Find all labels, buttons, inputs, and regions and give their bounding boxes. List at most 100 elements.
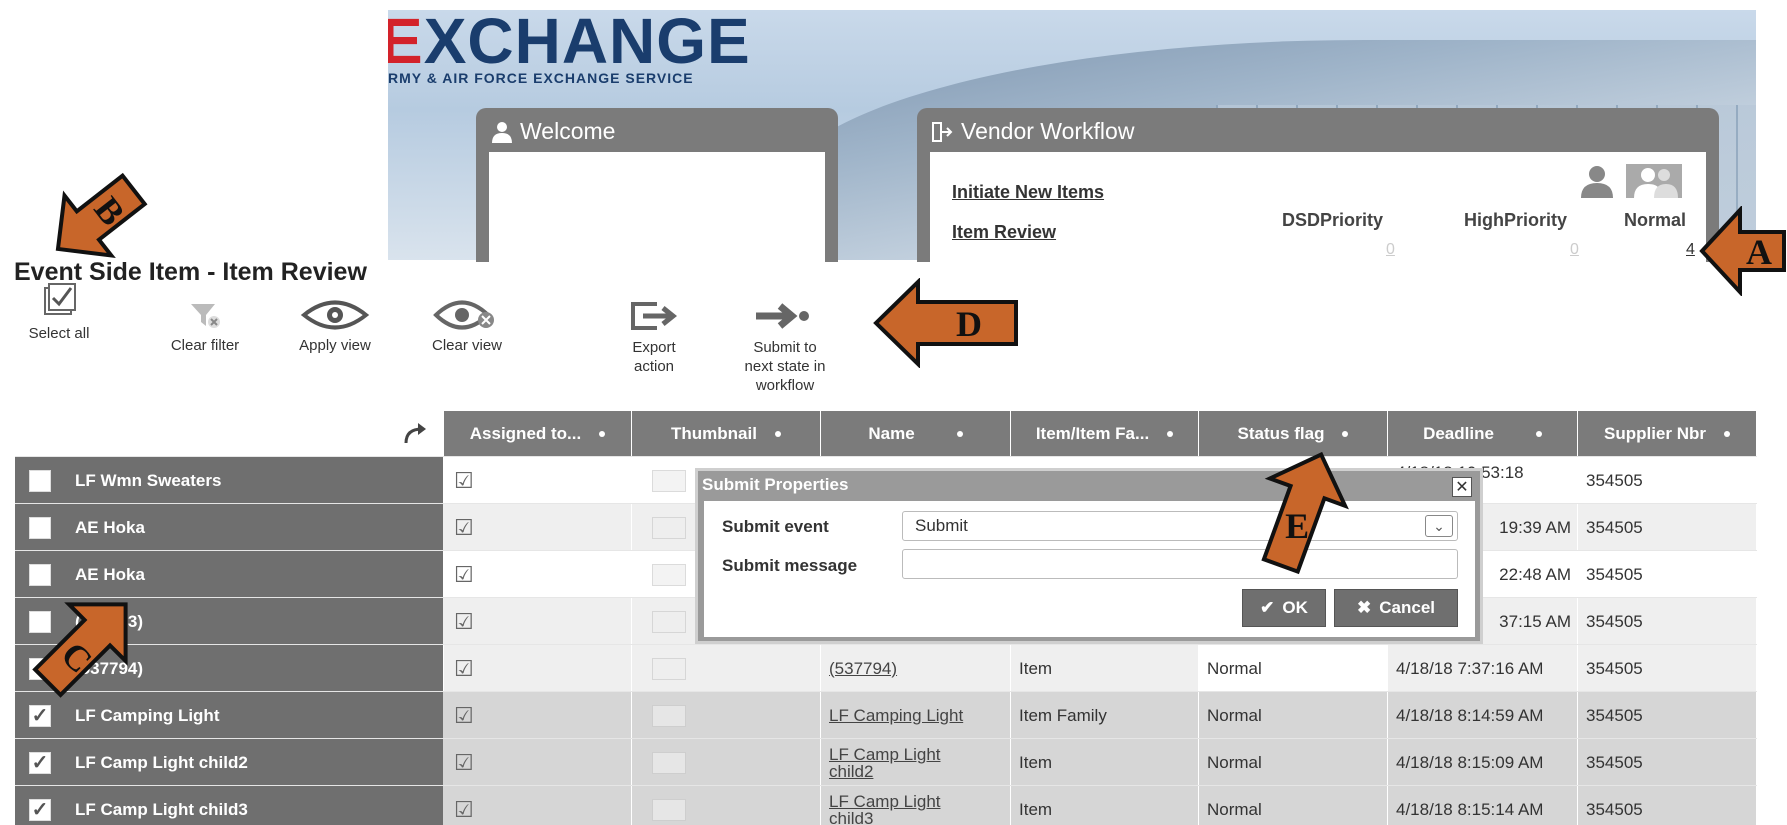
table-row[interactable]: ✓ LF Camp Light child2 ☑ LF Camp Light chi… [15, 738, 1757, 786]
header-thumbnail[interactable]: Thumbnail [632, 411, 821, 456]
image-placeholder-icon [652, 469, 686, 492]
user-group-icons [1578, 164, 1682, 198]
submit-next-state-button[interactable]: Submit to next state in workflow [720, 300, 850, 395]
thumbnail-cell [632, 739, 821, 786]
workflow-icon [932, 121, 953, 142]
status-cell: Normal [1199, 692, 1388, 739]
assigned-check-icon: ☑ [444, 739, 632, 786]
assigned-check-icon: ☑ [444, 457, 632, 504]
clear-view-button[interactable]: Clear view [412, 300, 522, 355]
image-placeholder-icon [652, 704, 686, 727]
row-checkbox[interactable]: ✓ [29, 798, 51, 821]
supplier-cell: 354505 [1578, 457, 1757, 504]
normal-count[interactable]: 4 [1686, 241, 1695, 259]
thumbnail-cell [632, 692, 821, 739]
exchange-logo-subtitle: RMY & AIR FORCE EXCHANGE SERVICE [388, 70, 694, 86]
table-row[interactable]: ✓ LF Camp Light child3 ☑ LF Camp Light chi… [15, 785, 1757, 825]
ok-button[interactable]: ✔ OK [1242, 589, 1326, 627]
group-users-icon[interactable] [1626, 164, 1682, 198]
row-label: AE Hoka [75, 517, 145, 537]
item-review-link[interactable]: Item Review [952, 222, 1056, 243]
annotation-letter-a: A [1746, 232, 1772, 272]
highpriority-column: HighPriority [1464, 210, 1568, 230]
header-deadline[interactable]: Deadline [1388, 411, 1578, 456]
image-placeholder-icon [652, 798, 686, 821]
user-icon [492, 121, 512, 143]
normal-column: Normal [1624, 210, 1687, 230]
row-checkbox[interactable] [29, 563, 51, 586]
dsdpriority-count[interactable]: 0 [1386, 241, 1395, 259]
vendor-workflow-portlet: Vendor Workflow Initiate New Items Item … [917, 108, 1719, 282]
name-link[interactable]: LF Camp Light child2 [821, 739, 1011, 786]
annotation-arrow-b: B [55, 172, 148, 259]
initiate-new-items-link[interactable]: Initiate New Items [952, 182, 1104, 203]
submit-message-input[interactable] [902, 549, 1458, 579]
annotation-arrow-c: C [32, 602, 128, 698]
export-action-button[interactable]: Export action [604, 300, 704, 376]
header-supplier-nbr[interactable]: Supplier Nbr [1578, 411, 1757, 456]
name-link[interactable]: (537794) [821, 645, 1011, 692]
assigned-check-icon: ☑ [444, 551, 632, 598]
apply-view-button[interactable]: Apply view [280, 300, 390, 355]
submit-event-select[interactable]: Submit ⌄ [902, 511, 1458, 541]
row-checkbox[interactable] [29, 516, 51, 539]
row-checkbox[interactable]: ✓ [29, 704, 51, 727]
deadline-cell: 4/18/18 8:15:14 AM [1388, 786, 1578, 825]
welcome-title: Welcome [490, 118, 615, 145]
refresh-icon[interactable] [400, 421, 430, 447]
dsdpriority-column: DSDPriority [1282, 210, 1384, 230]
row-label: AE Hoka [75, 564, 145, 584]
submit-arrow-icon [756, 303, 809, 329]
table-row[interactable]: (537794) ☑ (537794) Item Normal 4/18/18 … [15, 644, 1757, 692]
assigned-check-icon: ☑ [444, 504, 632, 551]
image-placeholder-icon [652, 610, 686, 633]
table-row[interactable]: ✓ LF Camping Light ☑ LF Camping Light Ite… [15, 691, 1757, 739]
annotation-letter-e: E [1285, 506, 1309, 546]
row-checkbox[interactable]: ✓ [29, 751, 51, 774]
assigned-check-icon: ☑ [444, 786, 632, 825]
cancel-button[interactable]: ✖ Cancel [1334, 589, 1458, 627]
chevron-down-icon[interactable]: ⌄ [1425, 515, 1453, 537]
type-cell: Item Family [1011, 692, 1199, 739]
clear-filter-button[interactable]: Clear filter [150, 300, 260, 355]
supplier-cell: 354505 [1578, 739, 1757, 786]
close-icon[interactable]: ✕ [1452, 477, 1472, 497]
thumbnail-cell [632, 786, 821, 825]
x-icon: ✖ [1357, 598, 1372, 617]
row-label: LF Wmn Sweaters [75, 470, 222, 490]
header-assigned-to[interactable]: Assigned to... [444, 411, 632, 456]
export-icon [631, 302, 678, 330]
supplier-cell: 354505 [1578, 598, 1757, 645]
name-link[interactable]: LF Camping Light [821, 692, 1011, 739]
row-label: LF Camping Light [75, 705, 220, 725]
select-all-button[interactable]: Select all [4, 282, 114, 343]
thumbnail-cell [632, 645, 821, 692]
highpriority-count[interactable]: 0 [1570, 241, 1579, 259]
submit-event-label: Submit event [722, 517, 829, 536]
assigned-check-icon: ☑ [444, 598, 632, 645]
row-label: LF Camp Light child2 [75, 752, 248, 772]
supplier-cell: 354505 [1578, 692, 1757, 739]
clear-filter-icon [191, 304, 220, 328]
status-cell: Normal [1199, 739, 1388, 786]
name-link[interactable]: LF Camp Light child3 [821, 786, 1011, 825]
dialog-title: Submit Properties [702, 475, 849, 494]
deadline-cell: 4/18/18 8:14:59 AM [1388, 692, 1578, 739]
eye-icon [300, 300, 370, 330]
check-icon: ✔ [1260, 598, 1275, 617]
header-name[interactable]: Name [821, 411, 1011, 456]
row-checkbox[interactable] [29, 469, 51, 492]
single-user-icon[interactable] [1578, 164, 1616, 198]
image-placeholder-icon [652, 657, 686, 680]
welcome-portlet: Welcome [476, 108, 838, 282]
status-cell: Normal [1199, 786, 1388, 825]
image-placeholder-icon [652, 751, 686, 774]
deadline-cell: 4/18/18 7:37:16 AM [1388, 645, 1578, 692]
supplier-cell: 354505 [1578, 786, 1757, 825]
annotation-arrow-a: A [1699, 206, 1786, 296]
assigned-check-icon: ☑ [444, 692, 632, 739]
annotation-arrow-d: D [873, 278, 1018, 368]
supplier-cell: 354505 [1578, 504, 1757, 551]
header-item-family[interactable]: Item/Item Fa... [1011, 411, 1199, 456]
image-placeholder-icon [652, 563, 686, 586]
